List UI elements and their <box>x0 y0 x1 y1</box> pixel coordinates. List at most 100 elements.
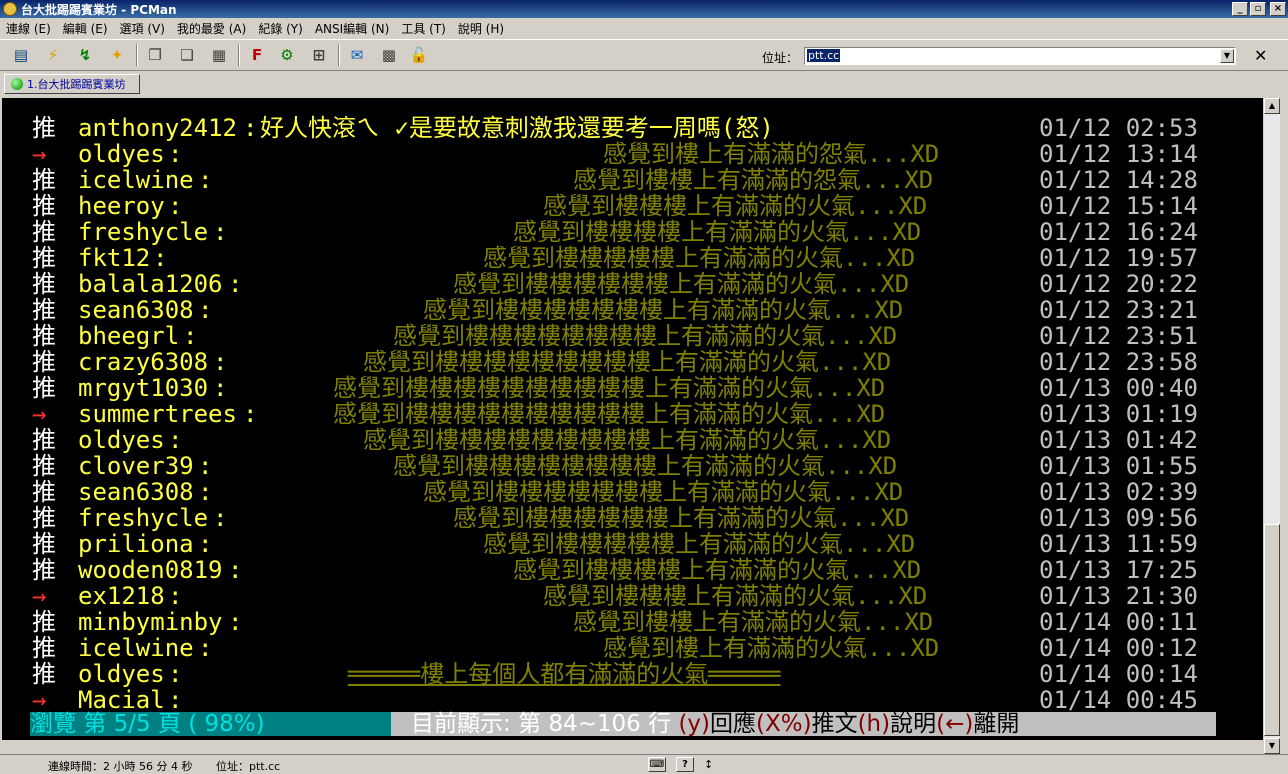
window-title: 台大批踢踢賓業坊 - PCMan <box>21 2 177 17</box>
push-user: freshycle <box>78 218 209 246</box>
push-row: 推 oldyes: 感覺到樓樓樓樓樓樓樓樓樓上有滿滿的火氣...XD 01/13 01… <box>2 427 1263 453</box>
push-row: 推 crazy6308: 感覺到樓樓樓樓樓樓樓樓樓上有滿滿的火氣...XD 01/12… <box>2 349 1263 375</box>
user-colon: : <box>228 270 243 298</box>
font-icon[interactable]: F <box>246 44 268 66</box>
menu-help[interactable]: 說明 (H) <box>458 20 504 37</box>
push-user: heeroy <box>78 192 165 220</box>
address-input[interactable]: ptt.cc ▼ <box>804 47 1236 65</box>
push-row: 推 sean6308: 感覺到樓樓樓樓樓樓樓上有滿滿的火氣...XD 01/13 02… <box>2 479 1263 505</box>
user-colon: : <box>153 244 168 272</box>
user-colon: : <box>213 504 228 532</box>
email-icon[interactable]: ✉ <box>346 44 368 66</box>
push-date: 01/12 19:57 <box>1039 244 1198 272</box>
new-connection-icon[interactable]: ✦ <box>106 44 128 66</box>
push-date: 01/14 00:45 <box>1039 686 1198 714</box>
push-date: 01/13 01:55 <box>1039 452 1198 480</box>
chevron-down-icon[interactable]: ▼ <box>1220 49 1234 63</box>
push-message: 感覺到樓樓樓樓樓樓樓樓上有滿滿的火氣...XD <box>393 322 898 350</box>
scroll-up-icon[interactable]: ▲ <box>1264 98 1280 114</box>
push-tag: 推 <box>32 296 56 324</box>
push-message: 感覺到樓樓樓樓樓樓樓樓上有滿滿的火氣...XD <box>393 452 898 480</box>
push-user: sean6308 <box>78 296 194 324</box>
push-row: 推 bheegrl: 感覺到樓樓樓樓樓樓樓樓上有滿滿的火氣...XD 01/12 23… <box>2 323 1263 349</box>
terminal-screen[interactable]: 推 anthony2412: 好人快滾ㄟ ✓是要故意刺激我還要考一周嗎(怒) 01/1… <box>2 98 1263 740</box>
push-date: 01/12 20:22 <box>1039 270 1198 298</box>
quick-connect-icon[interactable]: ⚡ <box>42 44 64 66</box>
close-tab-icon[interactable]: ✕ <box>1254 46 1267 65</box>
fullscreen-icon[interactable]: ⊞ <box>308 44 330 66</box>
tab-ptt[interactable]: 1.台大批踢踢賓業坊 <box>4 74 140 94</box>
toolbar: ▤ ⚡ ↯ ✦ ❐ ❏ ▦ F ⚙ ⊞ ✉ ▩ 🔓 位址： ptt.cc ▼ ✕ <box>0 39 1288 71</box>
push-date: 01/12 23:58 <box>1039 348 1198 376</box>
push-tag: 推 <box>32 608 56 636</box>
reconnect-icon[interactable]: ↯ <box>74 44 96 66</box>
push-tag: 推 <box>32 270 56 298</box>
push-message: 感覺到樓上有滿滿的怨氣...XD <box>603 140 940 168</box>
push-row: 推 freshycle: 感覺到樓樓樓樓樓樓上有滿滿的火氣...XD 01/13 09… <box>2 505 1263 531</box>
restore-button[interactable]: ▫ <box>1250 2 1266 16</box>
push-date: 01/14 00:11 <box>1039 608 1198 636</box>
copy-ansi-icon[interactable]: ▦ <box>208 44 230 66</box>
push-user: crazy6308 <box>78 348 209 376</box>
push-user: sean6308 <box>78 478 194 506</box>
push-row: 推 freshycle: 感覺到樓樓樓樓上有滿滿的火氣...XD 01/12 16:2… <box>2 219 1263 245</box>
user-colon: : <box>168 582 183 610</box>
site-list-icon[interactable]: ▤ <box>10 44 32 66</box>
terminal-status-row: 瀏覽 第 5/5 頁 ( 98%) 目前顯示: 第 84~106 行 (y)回應… <box>30 712 1216 736</box>
status-bar: 連線時間：2 小時 56 分 4 秒 位址：ptt.cc ⌨ ? ↕ <box>0 754 1288 774</box>
push-user: anthony2412 <box>78 114 237 142</box>
user-colon: : <box>213 348 228 376</box>
menu-edit[interactable]: 編輯 (E) <box>63 20 108 37</box>
ansi-editor-icon[interactable]: ▩ <box>378 44 400 66</box>
close-button[interactable]: × <box>1270 2 1286 16</box>
keyboard-icon[interactable]: ⌨ <box>648 757 666 772</box>
push-date: 01/12 15:14 <box>1039 192 1198 220</box>
push-date: 01/13 17:25 <box>1039 556 1198 584</box>
lock-icon[interactable]: 🔓 <box>408 44 430 66</box>
user-colon: : <box>168 426 183 454</box>
push-tag: 推 <box>32 452 56 480</box>
push-message: 感覺到樓樓樓樓樓樓樓樓樓樓上有滿滿的火氣...XD <box>333 400 886 428</box>
push-tag: 推 <box>32 244 56 272</box>
minimize-button[interactable]: _ <box>1232 2 1248 16</box>
push-user: mrgyt1030 <box>78 374 209 402</box>
arrow-tag: → <box>32 582 47 610</box>
push-date: 01/12 14:28 <box>1039 166 1198 194</box>
push-message: 感覺到樓樓樓樓樓樓上有滿滿的火氣...XD <box>453 504 910 532</box>
push-user: clover39 <box>78 452 194 480</box>
paste-icon[interactable]: ❏ <box>176 44 198 66</box>
help-icon[interactable]: ? <box>676 757 694 772</box>
push-date: 01/13 01:19 <box>1039 400 1198 428</box>
scroll-down-icon[interactable]: ▼ <box>1264 738 1280 754</box>
push-date: 01/13 01:42 <box>1039 426 1198 454</box>
scroll-thumb[interactable] <box>1264 524 1280 736</box>
push-user: oldyes <box>78 140 165 168</box>
menu-options[interactable]: 選項 (V) <box>120 20 165 37</box>
push-user: oldyes <box>78 426 165 454</box>
push-tag: 推 <box>32 530 56 558</box>
vertical-scrollbar[interactable]: ▲ ▼ <box>1264 98 1280 754</box>
menu-tools[interactable]: 工具 (T) <box>401 20 446 37</box>
push-message: 感覺到樓樓樓上有滿滿的火氣...XD <box>543 192 928 220</box>
push-row: 推 clover39: 感覺到樓樓樓樓樓樓樓樓上有滿滿的火氣...XD 01/13 0… <box>2 453 1263 479</box>
user-colon: : <box>243 114 258 142</box>
push-row: → oldyes: 感覺到樓上有滿滿的怨氣...XD 01/12 13:14 <box>2 141 1263 167</box>
arrow-tag: → <box>32 140 47 168</box>
page-indicator: 瀏覽 第 5/5 頁 ( 98%) <box>30 712 391 736</box>
push-row: 推 icelwine: 感覺到樓樓上有滿滿的怨氣...XD 01/12 14:28 <box>2 167 1263 193</box>
push-tag: 推 <box>32 556 56 584</box>
push-message: 感覺到樓樓樓樓樓樓樓樓樓上有滿滿的火氣...XD <box>363 348 892 376</box>
menu-log[interactable]: 紀錄 (Y) <box>258 20 303 37</box>
user-colon: : <box>228 556 243 584</box>
settings-gear-icon[interactable]: ⚙ <box>276 44 298 66</box>
push-tag: 推 <box>32 660 56 688</box>
user-colon: : <box>168 140 183 168</box>
menu-connect[interactable]: 連線 (E) <box>6 20 51 37</box>
user-colon: : <box>168 192 183 220</box>
menu-ansi-edit[interactable]: ANSI編輯 (N) <box>315 20 390 37</box>
user-colon: : <box>213 218 228 246</box>
tab-bar: 1.台大批踢踢賓業坊 <box>0 72 1288 96</box>
key-x: (X%) <box>756 711 812 737</box>
menu-favorites[interactable]: 我的最愛 (A) <box>177 20 246 37</box>
copy-icon[interactable]: ❐ <box>144 44 166 66</box>
